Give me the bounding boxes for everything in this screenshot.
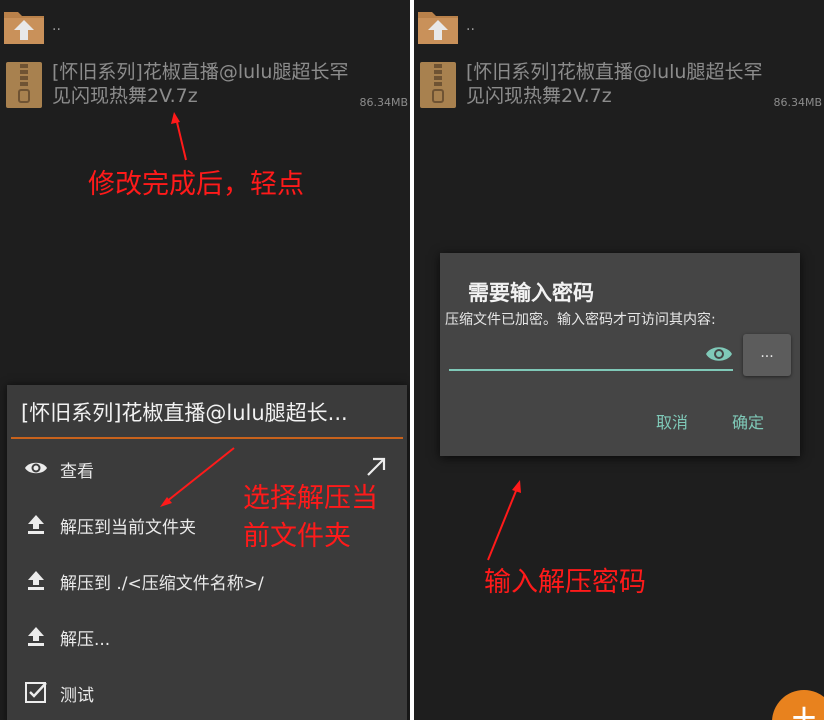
annotation-enter-password: 输入解压密码 — [484, 567, 646, 598]
browse-keyfile-button[interactable]: ... — [743, 334, 791, 376]
file-name: [怀旧系列]花椒直播@lulu腿超长罕见闪现热舞2V.7z — [466, 61, 763, 107]
file-name: [怀旧系列]花椒直播@lulu腿超长罕见闪现热舞2V.7z — [52, 61, 349, 107]
annotation-select-extract-line1: 选择解压当 — [243, 483, 378, 514]
parent-folder-label[interactable]: .. — [52, 18, 61, 34]
menu-item-label: 解压到当前文件夹 — [60, 518, 196, 538]
menu-item-label: 解压到 ./<压缩文件名称>/ — [60, 574, 264, 594]
menu-item-extract-to-folder[interactable]: 解压到 ./<压缩文件名称>/ — [7, 552, 407, 608]
cancel-button[interactable]: 取消 — [656, 409, 688, 433]
password-input[interactable] — [449, 339, 733, 371]
zip-archive-icon — [6, 62, 42, 108]
menu-item-label: 解压... — [60, 630, 111, 650]
dialog-title: 需要输入密码 — [468, 281, 594, 305]
password-dialog: 需要输入密码 压缩文件已加密。输入密码才可访问其内容: ... 取消 确定 — [440, 253, 800, 456]
file-row[interactable]: [怀旧系列]花椒直播@lulu腿超长罕见闪现热舞2V.7z 86.34MB — [0, 56, 410, 116]
file-size: 86.34MB — [359, 96, 408, 109]
menu-item-extract[interactable]: 解压... — [7, 608, 407, 664]
annotation-select-extract-line2: 前文件夹 — [243, 521, 351, 552]
right-screen: .. [怀旧系列]花椒直播@lulu腿超长罕见闪现热舞2V.7z 86.34MB… — [414, 0, 824, 720]
dialog-message: 压缩文件已加密。输入密码才可访问其内容: — [445, 312, 716, 328]
menu-item-label: 查看 — [60, 462, 94, 482]
left-screen: .. [怀旧系列]花椒直播@lulu腿超长罕见闪现热舞2V.7z 86.34MB… — [0, 0, 410, 720]
file-row[interactable]: [怀旧系列]花椒直播@lulu腿超长罕见闪现热舞2V.7z 86.34MB — [414, 56, 824, 116]
extract-icon — [28, 627, 44, 646]
checkbox-icon — [25, 682, 47, 703]
open-external-icon[interactable] — [365, 456, 387, 478]
parent-folder-label[interactable]: .. — [466, 18, 475, 34]
menu-title: [怀旧系列]花椒直播@lulu腿超长... — [21, 401, 348, 425]
menu-divider — [11, 437, 403, 439]
file-size: 86.34MB — [773, 96, 822, 109]
extract-icon — [28, 515, 44, 534]
parent-folder-icon[interactable] — [416, 6, 460, 46]
eye-icon — [25, 462, 47, 474]
zip-archive-icon — [420, 62, 456, 108]
menu-item-test[interactable]: 测试 — [7, 664, 407, 720]
add-fab-button[interactable]: + — [772, 690, 824, 720]
ok-button[interactable]: 确定 — [732, 409, 764, 433]
menu-item-label: 测试 — [60, 686, 94, 706]
show-password-eye-icon[interactable] — [705, 343, 733, 365]
parent-folder-icon[interactable] — [2, 6, 46, 46]
plus-icon: + — [789, 697, 819, 720]
extract-icon — [28, 571, 44, 590]
annotation-tap-file: 修改完成后，轻点 — [88, 169, 304, 200]
